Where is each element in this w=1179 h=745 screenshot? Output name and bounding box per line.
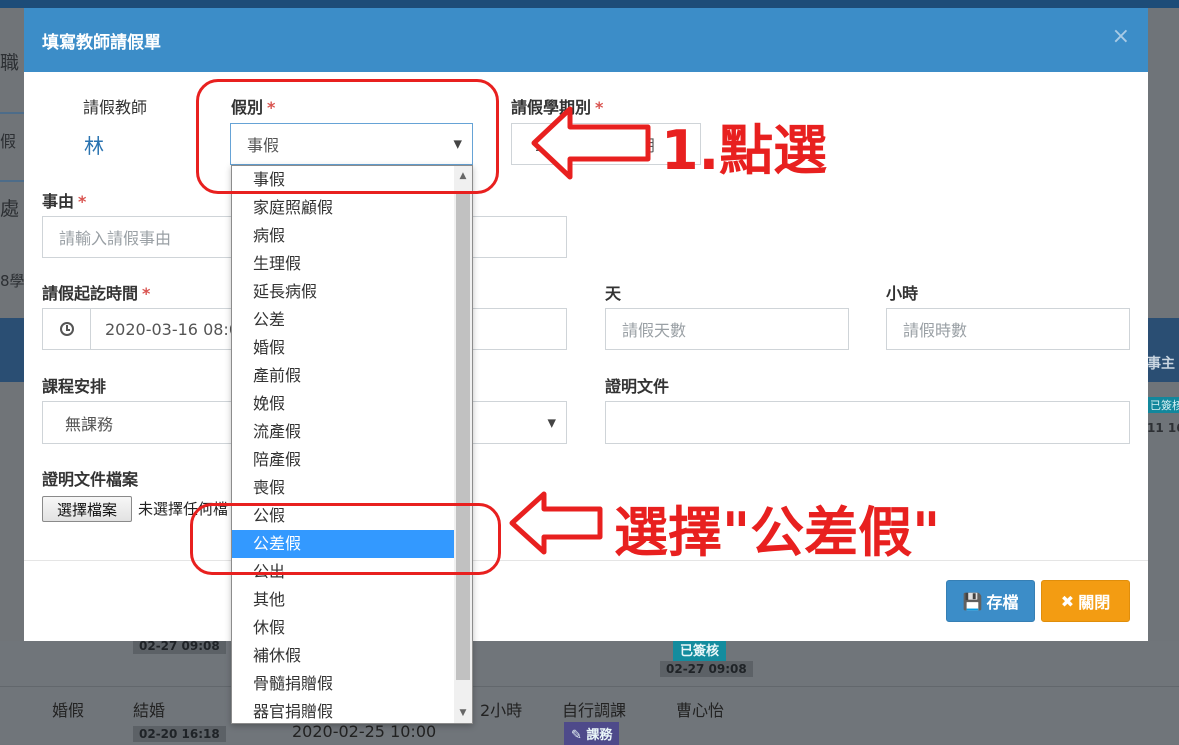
period-label-text: 請假起訖時間 <box>42 284 139 303</box>
background-row-divider <box>0 686 1179 687</box>
proof-file-label: 證明文件檔案 <box>42 470 139 489</box>
annotation-step1: 1.點選 <box>661 119 828 182</box>
dropdown-option[interactable]: 家庭照顧假 <box>232 194 454 222</box>
dropdown-option[interactable]: 公差 <box>232 306 454 334</box>
hours-label: 小時 <box>886 284 919 303</box>
background-table-header <box>0 318 26 382</box>
clock-icon-box <box>43 309 91 349</box>
dropdown-option[interactable]: 娩假 <box>232 390 454 418</box>
dropdown-option[interactable]: 陪產假 <box>232 446 454 474</box>
background-left-fragment: 假 <box>0 132 17 151</box>
background-divider <box>0 180 26 182</box>
annotation-step2: 選擇"公差假" <box>614 501 941 564</box>
background-leave-type: 婚假 <box>52 701 85 720</box>
background-right-badge: 已簽核 <box>1147 397 1179 413</box>
choose-file-button[interactable]: 選擇檔案 <box>42 496 132 522</box>
proof-label: 證明文件 <box>605 377 670 396</box>
reason-label: 事由 * <box>42 188 86 212</box>
background-divider <box>0 112 26 114</box>
dropdown-option[interactable]: 婚假 <box>232 334 454 362</box>
modal-title: 填寫教師請假單 <box>42 33 161 53</box>
background-agent: 曹心怡 <box>676 701 725 720</box>
background-time-tag: 02-27 09:08 <box>660 661 753 677</box>
background-course-badge: ✎ 課務 <box>564 722 620 745</box>
background-arrangement: 自行調課 <box>562 701 627 720</box>
arrow-left-icon <box>509 491 603 555</box>
leave-type-dropdown[interactable]: 事假 家庭照顧假 病假 生理假 延長病假 公差 婚假 產前假 娩假 流產假 陪產假 喪假 公假 公差假 公出… <box>231 165 473 724</box>
hours-input[interactable]: 請假時數 <box>886 308 1130 350</box>
background-left-fragment: 8學 <box>0 272 25 290</box>
background-topbar <box>0 0 1179 8</box>
clock-icon <box>59 322 74 336</box>
save-icon: 💾 <box>962 591 983 611</box>
dropdown-scrollbar[interactable]: ▲ ▼ <box>454 166 472 723</box>
course-label: 課程安排 <box>42 377 107 396</box>
dropdown-option[interactable]: 延長病假 <box>232 278 454 306</box>
dropdown-option[interactable]: 骨髓捐贈假 <box>232 670 454 698</box>
background-time-tag: 02-20 16:18 <box>133 726 226 742</box>
required-mark: * <box>78 192 87 211</box>
close-icon: ✖ <box>1060 591 1075 611</box>
background-right-fragment: 事主 <box>1147 356 1175 372</box>
edit-icon: ✎ <box>571 728 587 743</box>
background-right-fragment: 11 16 <box>1147 421 1179 435</box>
annotation-highlight-select <box>196 79 499 194</box>
period-label: 請假起訖時間 * <box>42 280 150 304</box>
teacher-label: 請假教師 <box>83 98 148 117</box>
background-hours: 2小時 <box>480 701 523 720</box>
close-button[interactable]: ✖ 關閉 <box>1041 580 1130 622</box>
scroll-down-icon[interactable]: ▼ <box>454 705 472 721</box>
required-mark: * <box>142 284 151 303</box>
proof-input[interactable] <box>605 401 1130 444</box>
course-value: 無課務 <box>65 414 114 434</box>
dropdown-option[interactable]: 休假 <box>232 614 454 642</box>
background-left-fragment: 職 <box>0 52 20 74</box>
close-button-label: 關閉 <box>1078 593 1111 612</box>
dropdown-option[interactable]: 補休假 <box>232 642 454 670</box>
annotation-highlight-option <box>190 503 501 575</box>
background-reason: 結婚 <box>133 701 166 720</box>
arrow-left-icon <box>531 106 651 180</box>
period-start-value: 2020-03-16 08:0 <box>105 319 239 339</box>
background-signed-badge: 已簽核 <box>673 638 727 661</box>
close-icon[interactable]: × <box>1112 24 1130 49</box>
days-input[interactable]: 請假天數 <box>605 308 849 350</box>
dropdown-option[interactable]: 流產假 <box>232 418 454 446</box>
background-left-fragment: 處 <box>0 198 20 220</box>
dropdown-option[interactable]: 其他 <box>232 586 454 614</box>
dropdown-option[interactable]: 器官捐贈假 <box>232 698 454 723</box>
background-date: 2020-02-25 10:00 <box>292 722 437 741</box>
dropdown-option[interactable]: 產前假 <box>232 362 454 390</box>
dropdown-option[interactable]: 喪假 <box>232 474 454 502</box>
save-button[interactable]: 💾 存檔 <box>946 580 1035 622</box>
days-label: 天 <box>605 284 622 303</box>
dropdown-option[interactable]: 生理假 <box>232 250 454 278</box>
save-button-label: 存檔 <box>986 593 1019 612</box>
caret-down-icon: ▼ <box>547 416 556 429</box>
dropdown-option[interactable]: 病假 <box>232 222 454 250</box>
background-course-badge-label: 課務 <box>586 728 613 743</box>
reason-label-text: 事由 <box>42 192 75 211</box>
teacher-name: 林 <box>84 134 104 158</box>
scrollbar-thumb[interactable] <box>456 194 470 680</box>
modal-header: 填寫教師請假單 × <box>24 8 1148 72</box>
